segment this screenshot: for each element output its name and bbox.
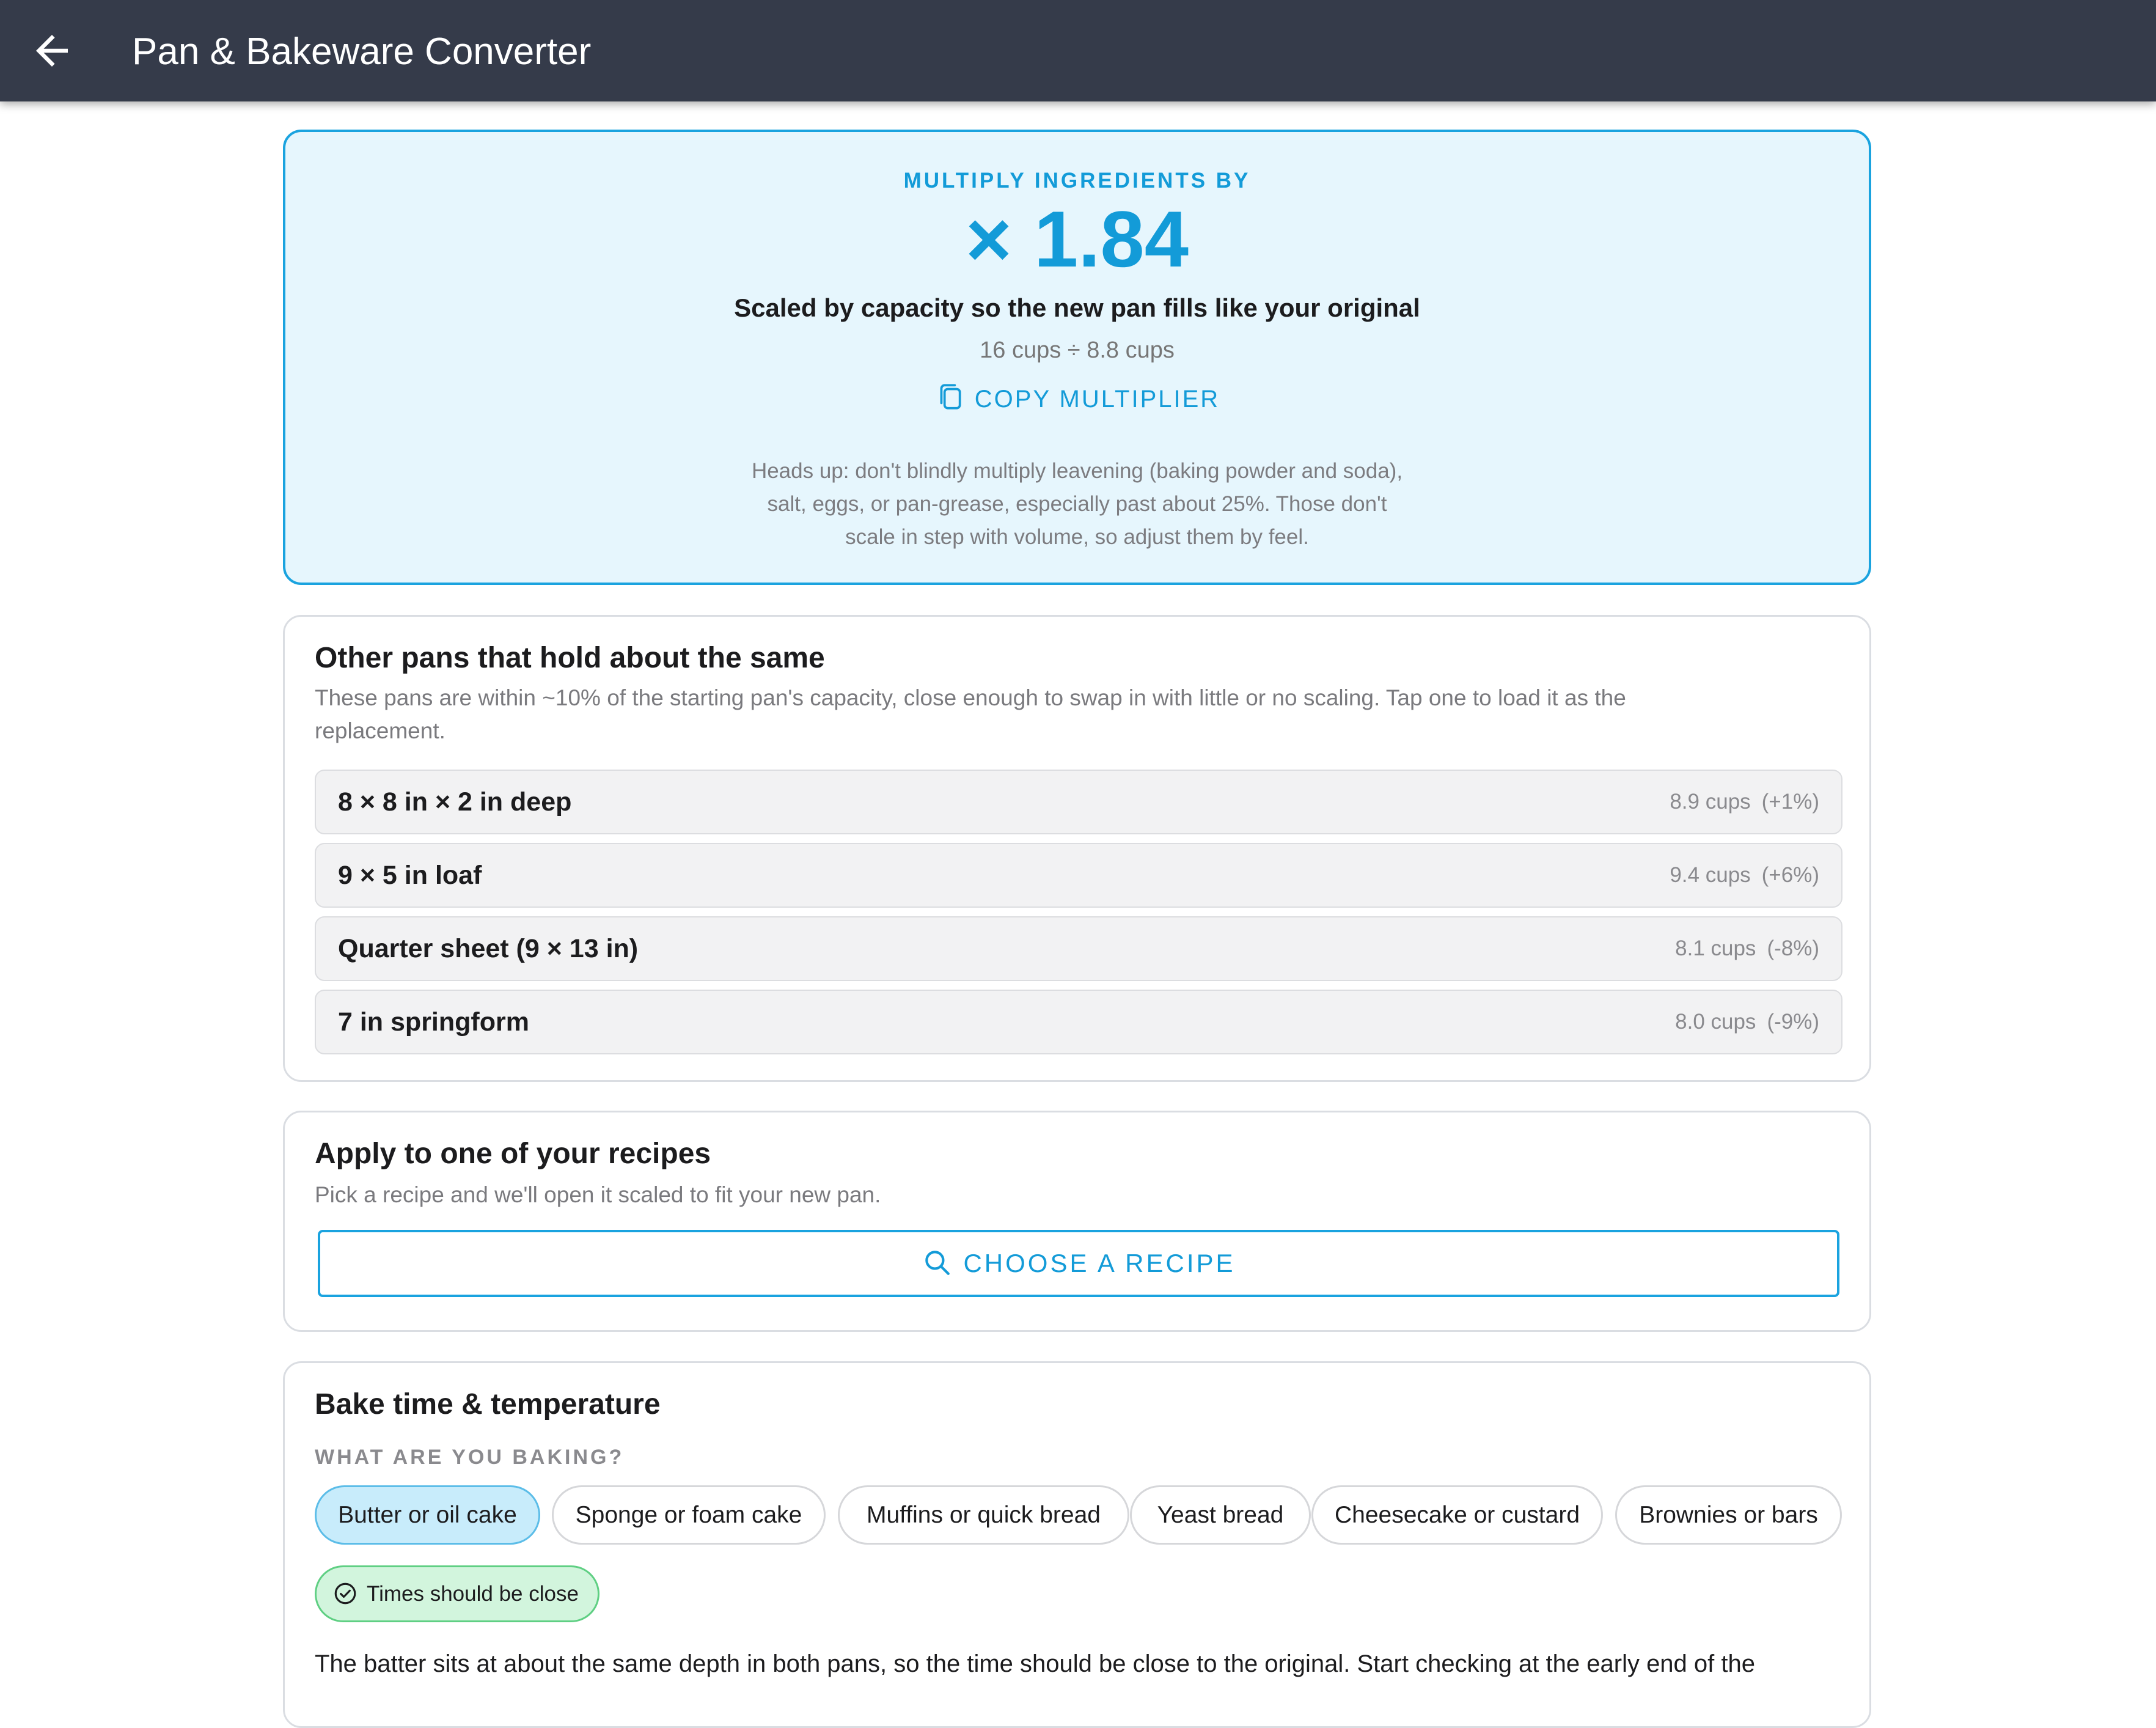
pan-option[interactable]: 8 × 8 in × 2 in deep 8.9 cups (+1%)	[315, 770, 1843, 834]
copy-multiplier-label: COPY MULTIPLIER	[974, 386, 1220, 413]
pan-name: Quarter sheet (9 × 13 in)	[338, 934, 639, 963]
note-line: Heads up: don't blindly multiply leaveni…	[751, 459, 1403, 483]
pan-option[interactable]: 9 × 5 in loaf 9.4 cups (+6%)	[315, 843, 1843, 908]
multiplier-value: × 1.84	[965, 194, 1189, 284]
check-circle-icon	[334, 1583, 356, 1605]
leavening-note: Heads up: don't blindly multiply leaveni…	[285, 455, 1869, 554]
similar-pans-card: Other pans that hold about the same Thes…	[283, 615, 1871, 1082]
chip-butter-oil-cake[interactable]: Butter or oil cake	[315, 1485, 540, 1545]
apply-recipe-description: Pick a recipe and we'll open it scaled t…	[315, 1182, 881, 1207]
pan-option[interactable]: 7 in springform 8.0 cups (-9%)	[315, 990, 1843, 1054]
pan-cups: 9.4 cups	[1670, 863, 1751, 887]
app-bar: Pan & Bakeware Converter	[0, 0, 2156, 101]
note-line: salt, eggs, or pan-grease, especially pa…	[767, 492, 1387, 516]
pan-capacity: 9.4 cups (+6%)	[1670, 844, 1819, 906]
pan-diff: (-8%)	[1767, 936, 1819, 960]
pan-diff: (+6%)	[1761, 863, 1819, 887]
chip-cheesecake-custard[interactable]: Cheesecake or custard	[1311, 1485, 1603, 1545]
description-line: replacement.	[315, 718, 446, 743]
bake-time-description: The batter sits at about the same depth …	[315, 1650, 1755, 1677]
bake-time-title: Bake time & temperature	[315, 1388, 661, 1421]
pan-capacity: 8.0 cups (-9%)	[1675, 991, 1819, 1053]
pan-diff: (-9%)	[1767, 1010, 1819, 1034]
chip-brownies-bars[interactable]: Brownies or bars	[1615, 1485, 1842, 1545]
search-icon	[925, 1251, 950, 1275]
apply-recipe-card: Apply to one of your recipes Pick a reci…	[283, 1111, 1871, 1332]
chip-yeast-bread[interactable]: Yeast bread	[1130, 1485, 1311, 1545]
pan-cups: 8.9 cups	[1670, 790, 1751, 814]
multiplier-card: MULTIPLY INGREDIENTS BY × 1.84 Scaled by…	[283, 130, 1871, 585]
app-title: Pan & Bakeware Converter	[132, 31, 592, 73]
note-line: scale in step with volume, so adjust the…	[845, 525, 1309, 549]
copy-icon	[940, 384, 961, 410]
description-line: These pans are within ~10% of the starti…	[315, 685, 1626, 710]
apply-recipe-title: Apply to one of your recipes	[315, 1138, 711, 1170]
pan-diff: (+1%)	[1761, 790, 1819, 814]
choose-recipe-label: CHOOSE A RECIPE	[963, 1249, 1236, 1278]
arrow-left-icon	[36, 35, 68, 67]
copy-multiplier-button[interactable]: COPY MULTIPLIER	[285, 381, 1869, 413]
pan-name: 7 in springform	[338, 1007, 529, 1037]
pan-cups: 8.1 cups	[1675, 936, 1756, 960]
choose-recipe-button[interactable]: CHOOSE A RECIPE	[318, 1230, 1839, 1297]
multiplier-label: MULTIPLY INGREDIENTS BY	[903, 169, 1251, 193]
status-badge: Times should be close	[315, 1565, 600, 1622]
pan-capacity: 8.1 cups (-8%)	[1675, 917, 1819, 980]
pan-name: 9 × 5 in loaf	[338, 861, 482, 890]
similar-pans-title: Other pans that hold about the same	[315, 642, 825, 674]
pan-capacity: 8.9 cups (+1%)	[1670, 771, 1819, 833]
status-text: Times should be close	[367, 1582, 579, 1606]
pan-cups: 8.0 cups	[1675, 1010, 1756, 1034]
baking-type-label: WHAT ARE YOU BAKING?	[315, 1446, 625, 1469]
back-button[interactable]	[28, 27, 76, 75]
capacity-formula: 16 cups ÷ 8.8 cups	[980, 337, 1175, 363]
pan-option[interactable]: Quarter sheet (9 × 13 in) 8.1 cups (-8%)	[315, 916, 1843, 981]
pan-name: 8 × 8 in × 2 in deep	[338, 787, 572, 817]
bake-time-card: Bake time & temperature WHAT ARE YOU BAK…	[283, 1361, 1871, 1728]
multiplier-subtitle: Scaled by capacity so the new pan fills …	[734, 293, 1420, 322]
chip-muffins-quick-bread[interactable]: Muffins or quick bread	[838, 1485, 1129, 1545]
similar-pans-description: These pans are within ~10% of the starti…	[315, 682, 1626, 748]
chip-sponge-foam-cake[interactable]: Sponge or foam cake	[552, 1485, 826, 1545]
